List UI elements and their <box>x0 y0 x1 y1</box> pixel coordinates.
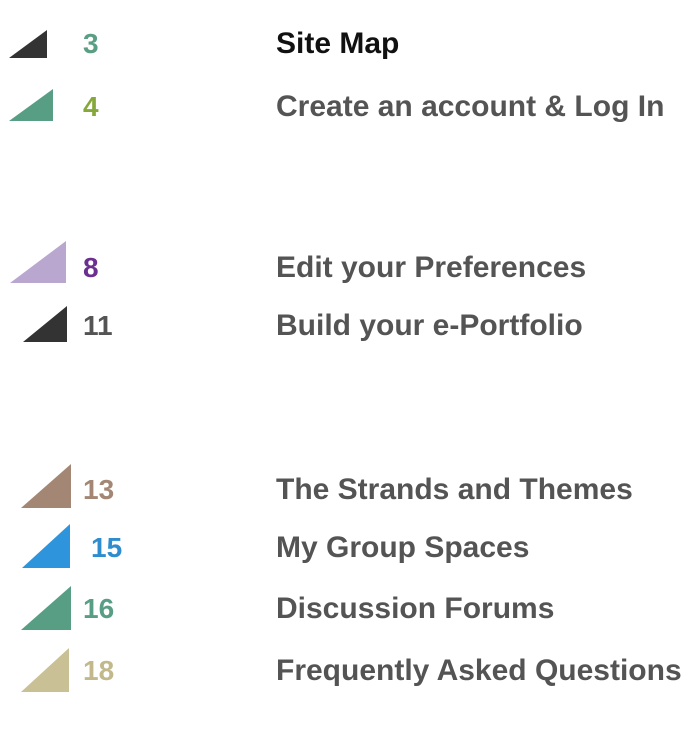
page-number: 8 <box>83 252 99 283</box>
entry-title[interactable]: Site Map <box>276 29 399 59</box>
toc-entry-build-eportfolio[interactable]: 11 Build your e-Portfolio <box>0 306 695 346</box>
triangle-icon <box>10 241 66 283</box>
entry-title[interactable]: Discussion Forums <box>276 594 554 624</box>
entry-title[interactable]: My Group Spaces <box>276 533 529 563</box>
page-number: 15 <box>91 532 123 563</box>
triangle-icon <box>21 586 71 630</box>
triangle-icon <box>23 306 67 342</box>
entry-title[interactable]: Frequently Asked Questions <box>276 656 682 686</box>
toc-entry-edit-preferences[interactable]: 8 Edit your Preferences <box>0 241 695 288</box>
entry-title[interactable]: Edit your Preferences <box>276 253 586 283</box>
page-number: 18 <box>83 655 115 686</box>
page-number: 13 <box>83 474 115 505</box>
triangle-icon <box>22 524 70 568</box>
page-number: 3 <box>83 28 99 59</box>
page-number: 11 <box>83 310 113 341</box>
entry-title[interactable]: The Strands and Themes <box>276 475 633 505</box>
toc-entry-create-account[interactable]: 4 Create an account & Log In <box>0 87 695 127</box>
triangle-icon <box>21 648 69 692</box>
page-number: 16 <box>83 593 115 624</box>
triangle-icon <box>9 89 53 121</box>
triangle-icon <box>9 30 47 58</box>
page-number: 4 <box>83 91 99 122</box>
toc-entry-discussion-forums[interactable]: 16 Discussion Forums <box>0 586 695 630</box>
toc-entry-strands-themes[interactable]: 13 The Strands and Themes <box>0 464 695 510</box>
toc-entry-group-spaces[interactable]: 15 My Group Spaces <box>0 524 695 568</box>
toc-entry-site-map[interactable]: 3 Site Map <box>0 24 695 64</box>
triangle-icon <box>21 464 71 508</box>
entry-title[interactable]: Create an account & Log In <box>276 92 664 122</box>
entry-title[interactable]: Build your e-Portfolio <box>276 311 583 341</box>
toc-entry-faq[interactable]: 18 Frequently Asked Questions <box>0 648 695 692</box>
